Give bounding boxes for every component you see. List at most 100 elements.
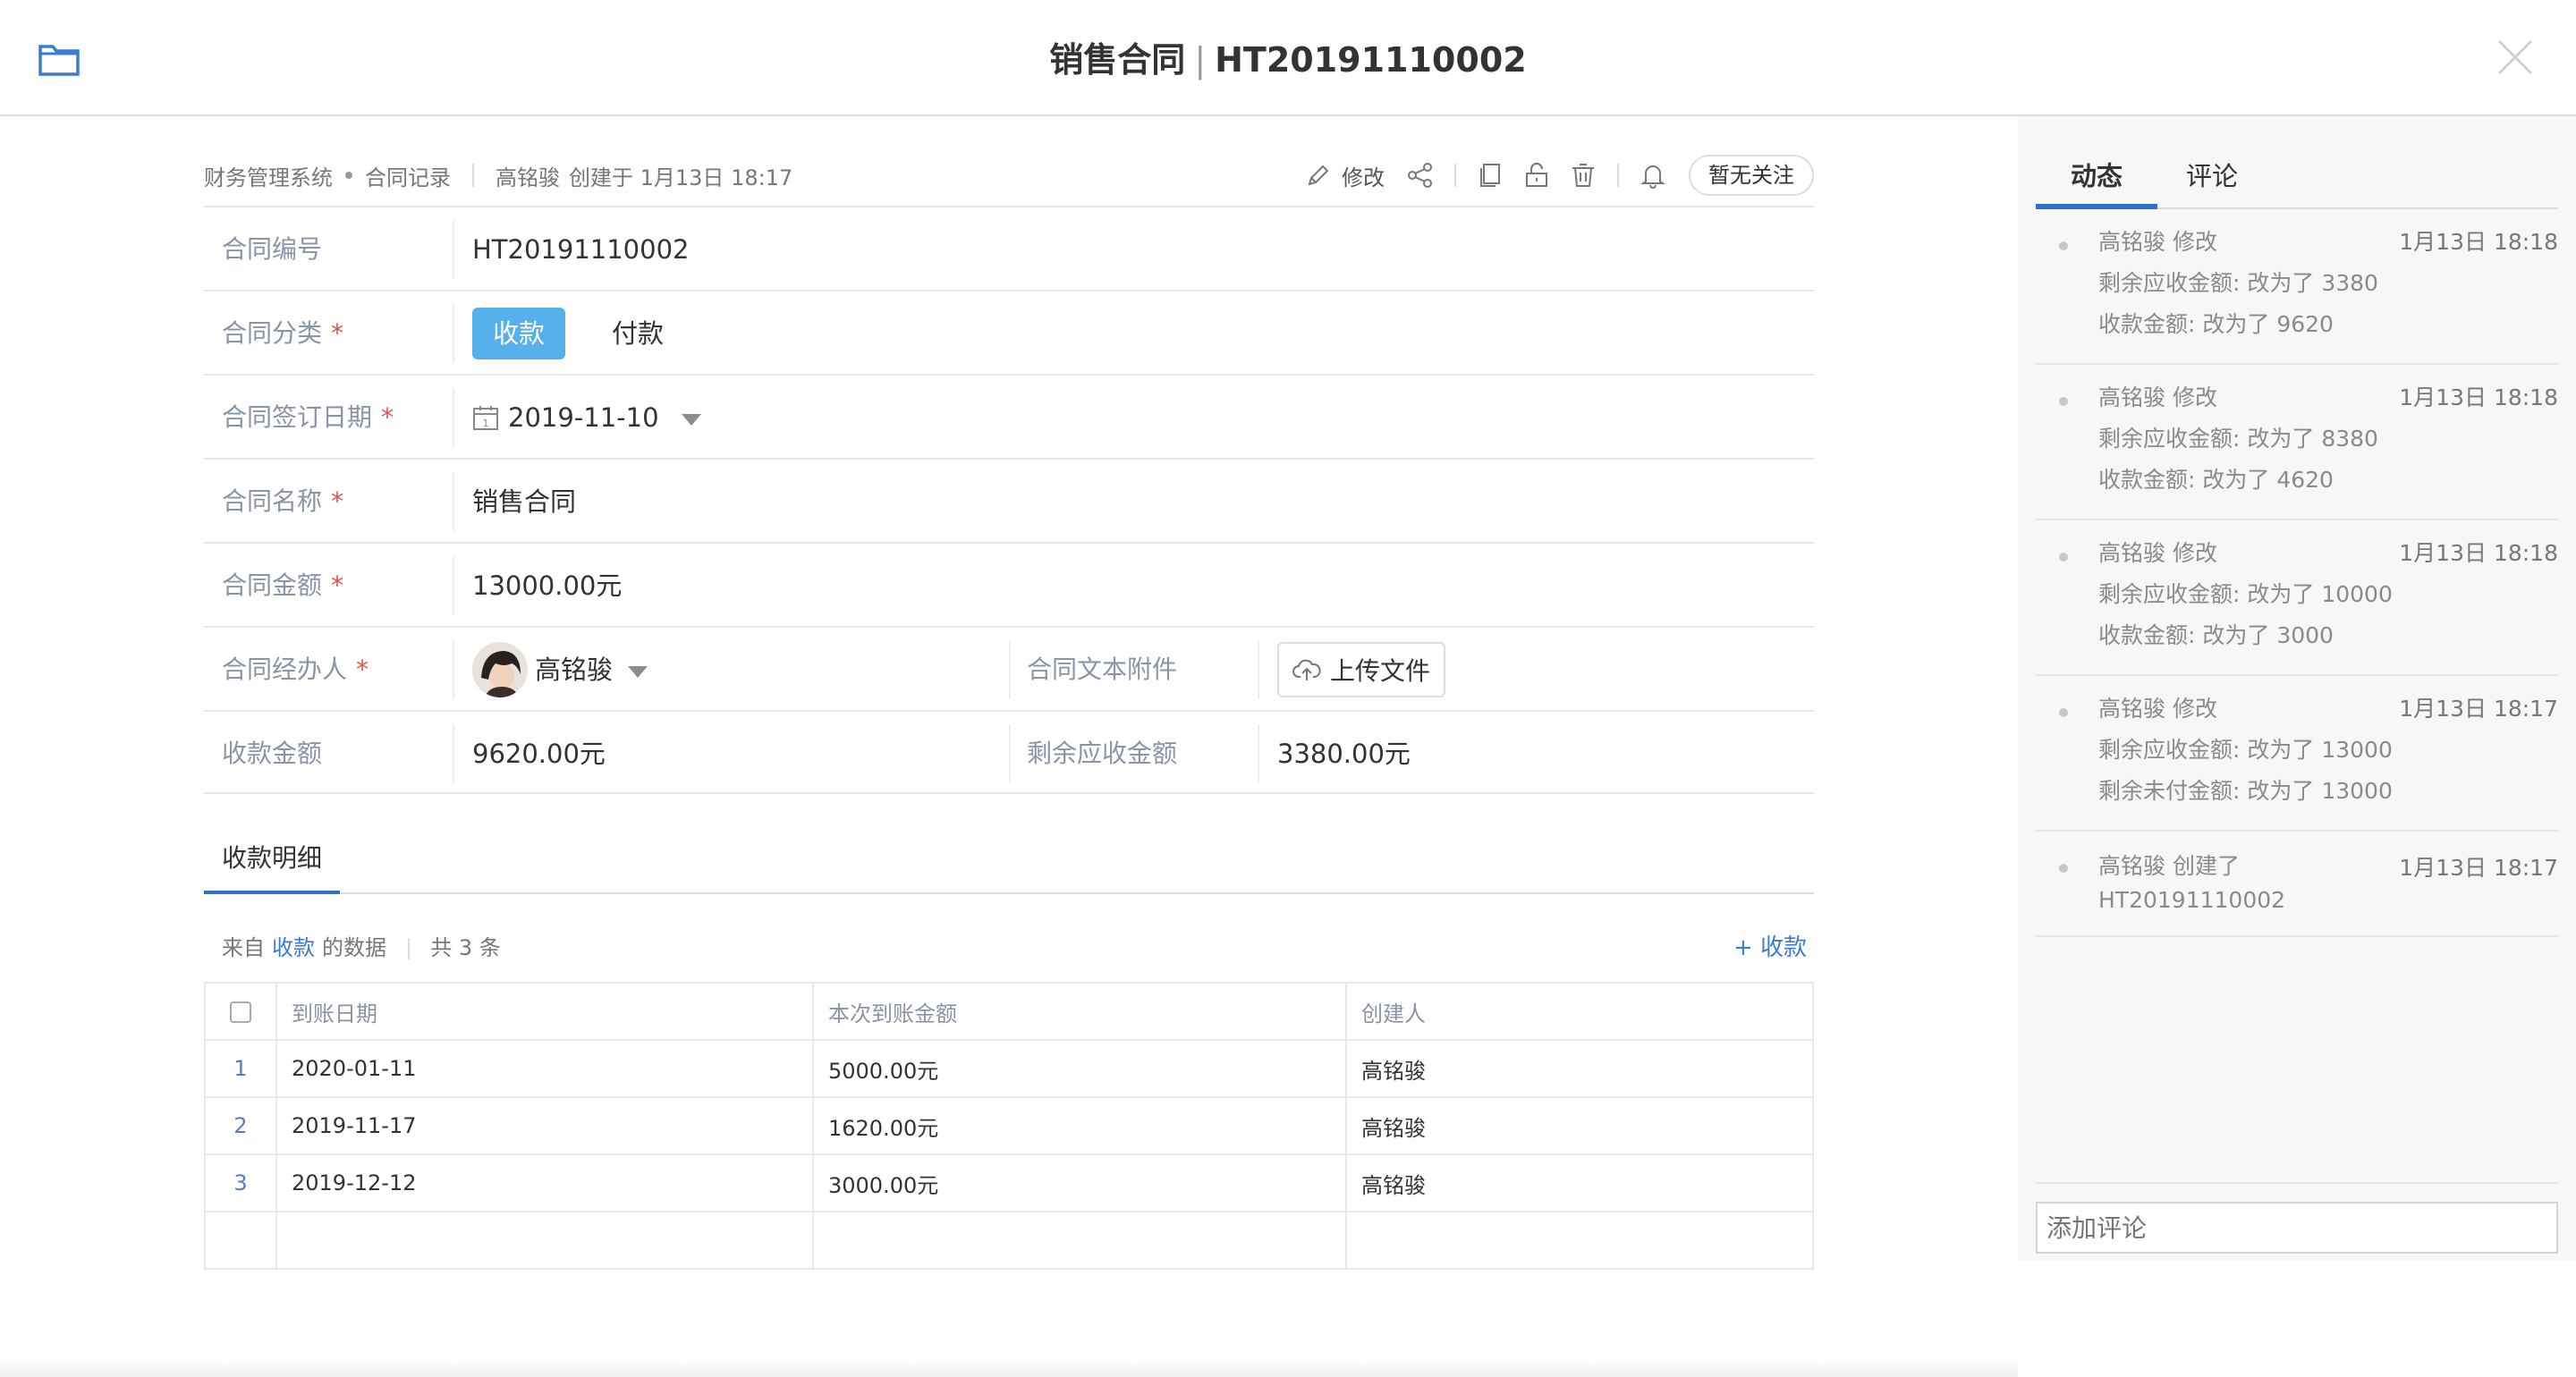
- cell-amount: 1620.00元: [812, 1096, 1347, 1155]
- column-header[interactable]: 到账日期: [275, 982, 814, 1041]
- share-icon[interactable]: [1406, 161, 1435, 190]
- category-receipt-button[interactable]: 收款: [472, 308, 565, 359]
- sidebar-tabs: 动态 评论: [2036, 143, 2558, 209]
- field-label: 合同名称 *: [222, 486, 344, 516]
- field-label: 合同金额 *: [222, 570, 344, 600]
- tab-activity[interactable]: 动态: [2036, 143, 2157, 209]
- list-item: 高铭骏 创建了 1月13日 18:17 HT20191110002: [2036, 832, 2558, 937]
- list-item: 高铭骏 修改 1月13日 18:18 剩余应收金额: 改为了 8380 收款金额…: [2036, 365, 2558, 520]
- title-separator: |: [1194, 40, 1207, 80]
- table-row[interactable]: 3 2019-12-12 3000.00元 高铭骏: [204, 1153, 1814, 1212]
- required-mark: *: [331, 486, 344, 516]
- tab-receipt-detail[interactable]: 收款明细: [204, 832, 340, 894]
- breadcrumb-system[interactable]: 财务管理系统: [204, 160, 333, 191]
- record-count: 共 3 条: [430, 935, 501, 960]
- select-all-cell[interactable]: [204, 982, 277, 1041]
- feed-time: 1月13日 18:17: [2399, 696, 2558, 722]
- copy-icon[interactable]: [1476, 161, 1504, 190]
- feed-line: 剩余应收金额: 改为了 13000: [2098, 737, 2393, 763]
- source-link[interactable]: 收款: [272, 935, 315, 960]
- required-mark: *: [356, 655, 369, 684]
- feed-time: 1月13日 18:18: [2399, 540, 2558, 566]
- close-icon[interactable]: [2496, 38, 2535, 77]
- handler-picker[interactable]: 高铭骏: [535, 628, 648, 712]
- date-picker[interactable]: 2019-11-10: [508, 376, 701, 460]
- list-item: 高铭骏 修改 1月13日 18:18 剩余应收金额: 改为了 10000 收款金…: [2036, 520, 2558, 676]
- scroll-shadow: [0, 1359, 2018, 1377]
- field-label: 合同经办人 *: [222, 655, 369, 684]
- detail-tabs: 收款明细: [204, 832, 1814, 894]
- column-header[interactable]: 创建人: [1345, 982, 1814, 1041]
- divider: [1009, 724, 1011, 783]
- edit-button[interactable]: 修改: [1342, 160, 1385, 191]
- activity-sidebar: 动态 评论 高铭骏 修改 1月13日 18:18 剩余应收金额: 改为了 338…: [2018, 116, 2576, 1261]
- feed-time: 1月13日 18:17: [2399, 855, 2558, 881]
- source-prefix: 来自: [222, 935, 265, 960]
- field-contract-no: 合同编号 HT20191110002: [204, 206, 1814, 290]
- table-row[interactable]: 2 2019-11-17 1620.00元 高铭骏: [204, 1096, 1814, 1155]
- calendar-icon[interactable]: 1: [472, 404, 499, 431]
- follow-button[interactable]: 暂无关注: [1689, 155, 1814, 196]
- divider: [453, 304, 454, 363]
- field-name: 合同名称 * 销售合同: [204, 458, 1814, 542]
- receipt-table: 到账日期 本次到账金额 创建人 1 2020-01-11 5000.00元 高铭…: [204, 982, 1814, 1270]
- table-row-empty: [204, 1211, 1814, 1270]
- cell-date: 2019-11-17: [275, 1096, 814, 1155]
- chevron-down-icon: [628, 665, 648, 678]
- field-label: 合同编号: [222, 234, 323, 264]
- feed-line: 收款金额: 改为了 3000: [2098, 622, 2334, 648]
- feed-line: 剩余应收金额: 改为了 10000: [2098, 581, 2393, 607]
- contract-amount-value[interactable]: 13000.00元: [472, 544, 622, 628]
- comment-input[interactable]: [2036, 1202, 2558, 1254]
- title-code: HT20191110002: [1215, 40, 1527, 80]
- add-receipt-button[interactable]: + 收款: [1733, 921, 1807, 975]
- feed-time: 1月13日 18:18: [2399, 384, 2558, 410]
- field-category: 合同分类 * 收款 付款: [204, 290, 1814, 374]
- row-index: 2: [204, 1096, 277, 1155]
- record-panel: 财务管理系统 合同记录 高铭骏 创建于 1月13日 18:17 修改 暂无关注 …: [0, 116, 2018, 1377]
- breadcrumb-dot: [345, 172, 352, 179]
- svg-text:1: 1: [483, 418, 489, 429]
- divider: [453, 640, 454, 699]
- divider: [1009, 640, 1011, 699]
- remaining-amount-value: 3380.00元: [1277, 739, 1411, 769]
- chevron-down-icon: [681, 413, 701, 426]
- field-received: 收款金额 9620.00元 剩余应收金额 3380.00元: [204, 710, 1814, 794]
- field-label: 合同文本附件: [1027, 655, 1178, 684]
- list-item: 高铭骏 修改 1月13日 18:17 剩余应收金额: 改为了 13000 剩余未…: [2036, 676, 2558, 832]
- cell-creator: 高铭骏: [1345, 1039, 1814, 1098]
- field-label: 合同签订日期 *: [222, 402, 394, 432]
- select-all-checkbox[interactable]: [230, 1001, 251, 1023]
- required-mark: *: [331, 570, 344, 600]
- row-index: 3: [204, 1153, 277, 1212]
- category-payment-button[interactable]: 付款: [612, 308, 664, 359]
- column-header[interactable]: 本次到账金额: [812, 982, 1347, 1041]
- created-time: 创建于 1月13日 18:17: [569, 165, 793, 190]
- cell-date: 2020-01-11: [275, 1039, 814, 1098]
- page-title: 销售合同 | HT20191110002: [0, 32, 2576, 81]
- record-meta-bar: 财务管理系统 合同记录 高铭骏 创建于 1月13日 18:17 修改 暂无关注: [204, 148, 1814, 202]
- divider: [1258, 640, 1259, 699]
- edit-icon[interactable]: [1304, 161, 1333, 190]
- source-suffix: 的数据: [322, 935, 386, 960]
- divider: [472, 164, 474, 187]
- contract-name-value[interactable]: 销售合同: [472, 460, 576, 544]
- contract-no-value[interactable]: HT20191110002: [472, 207, 689, 291]
- cell-creator: 高铭骏: [1345, 1096, 1814, 1155]
- title-main: 销售合同: [1049, 40, 1186, 80]
- feed-line: 剩余应收金额: 改为了 3380: [2098, 270, 2378, 296]
- divider: [407, 938, 410, 959]
- divider: [1617, 164, 1619, 187]
- bell-icon[interactable]: [1639, 161, 1667, 190]
- delete-icon[interactable]: [1569, 161, 1597, 190]
- detail-source-bar: 来自 收款 的数据 共 3 条 + 收款: [204, 921, 1814, 975]
- divider: [453, 556, 454, 615]
- modal-header: 销售合同 | HT20191110002: [0, 0, 2576, 116]
- unlock-icon[interactable]: [1522, 161, 1551, 190]
- tab-comments[interactable]: 评论: [2186, 143, 2238, 209]
- upload-file-button[interactable]: 上传文件: [1277, 642, 1445, 697]
- timeline-dot: [2059, 553, 2068, 562]
- breadcrumb-module[interactable]: 合同记录: [365, 160, 451, 191]
- cell-amount: 5000.00元: [812, 1039, 1347, 1098]
- table-row[interactable]: 1 2020-01-11 5000.00元 高铭骏: [204, 1039, 1814, 1098]
